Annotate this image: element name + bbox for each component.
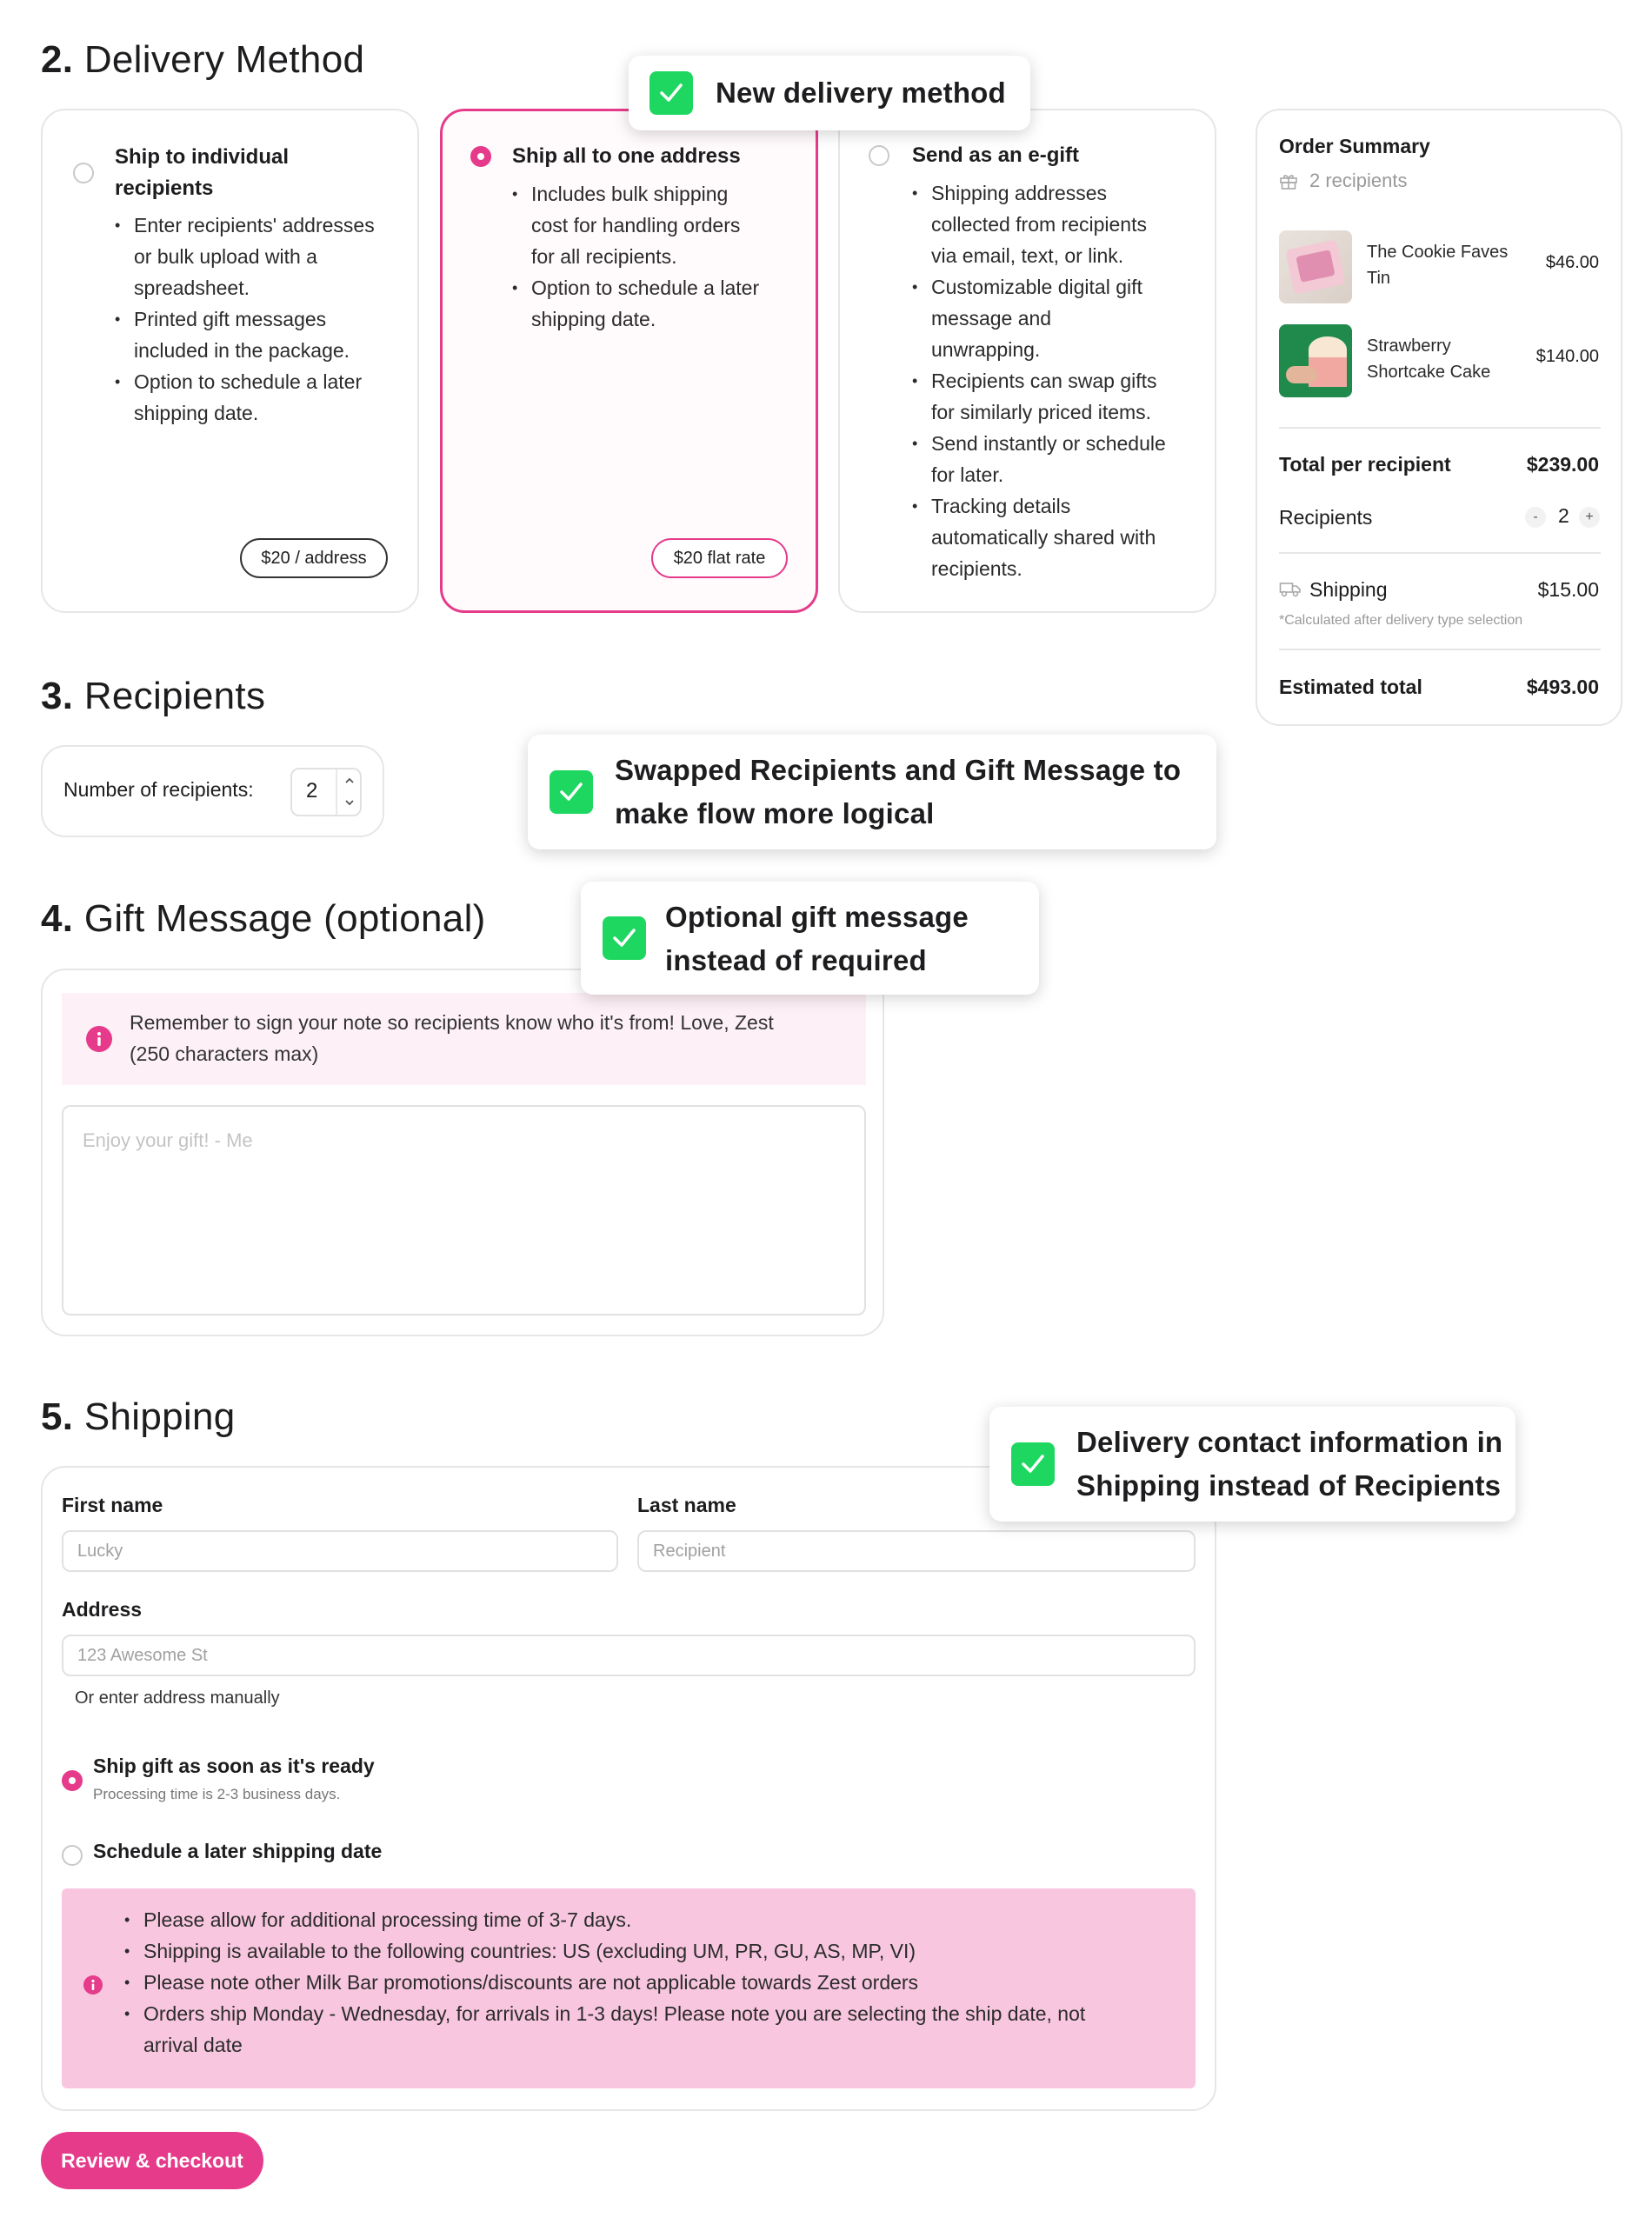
summary-shipping-value: $15.00 — [1537, 578, 1599, 601]
gift-section-title: 4. Gift Message (optional) — [41, 897, 486, 940]
list-item: Please note other Milk Bar promotions/di… — [124, 1967, 1168, 1998]
recipients-count-label: Number of recipients: — [63, 778, 254, 801]
gift-icon — [1279, 171, 1298, 190]
delivery-option-one-address-bullets: Includes bulk shippingcost for handling … — [512, 178, 808, 335]
schedule-later-radio[interactable] — [62, 1845, 83, 1866]
summary-recipients-label: Recipients — [1279, 506, 1373, 529]
total-per-recipient-label: Total per recipient — [1279, 453, 1451, 476]
shipping-section-title: 5. Shipping — [41, 1395, 236, 1438]
summary-shipping-note: *Calculated after delivery type selectio… — [1279, 613, 1523, 628]
price-badge: $20 flat rate — [651, 538, 788, 578]
callout-text: Swapped Recipients and Gift Message to m… — [615, 754, 1182, 829]
shortcake-image — [1279, 324, 1352, 397]
gift-message-textarea[interactable]: Enjoy your gift! - Me — [62, 1105, 866, 1315]
divider — [1279, 552, 1601, 554]
shipping-notice-bullets: Please allow for additional processing t… — [124, 1904, 1168, 2061]
last-name-field[interactable]: Recipient — [637, 1530, 1196, 1572]
check-icon — [1011, 1442, 1055, 1486]
list-item: Option to schedule a latershipping date. — [115, 366, 410, 429]
list-item: Shipping addressescollected from recipie… — [912, 177, 1208, 271]
list-item: Please allow for additional processing t… — [124, 1904, 1168, 1935]
gift-message-card: Remember to sign your note so recipients… — [41, 969, 884, 1336]
delivery-option-one-address[interactable]: Ship all to one address Includes bulk sh… — [440, 109, 818, 613]
callout-text: New delivery method — [716, 77, 1006, 109]
enter-address-manually-link[interactable]: Or enter address manually — [75, 1688, 280, 1708]
summary-shipping-label: Shipping — [1309, 578, 1388, 601]
list-item: Orders ship Monday - Wednesday, for arri… — [124, 1998, 1168, 2061]
gift-message-placeholder: Enjoy your gift! - Me — [83, 1129, 253, 1151]
shipping-notice: Please allow for additional processing t… — [62, 1888, 1196, 2088]
cookie-tin-image — [1279, 230, 1352, 303]
delivery-option-individual[interactable]: Ship to individual recipients Enter reci… — [41, 109, 419, 613]
callout-swapped-sections: Swapped Recipients and Gift Message to m… — [528, 735, 1216, 849]
price-badge: $20 / address — [240, 538, 388, 578]
recipients-section-title: 3. Recipients — [41, 675, 266, 717]
delivery-option-egift-title: Send as an e-gift — [912, 143, 1080, 167]
list-item: Send instantly or schedulefor later. — [912, 428, 1208, 490]
callout-delivery-contact: Delivery contact information in Shipping… — [989, 1407, 1515, 1522]
delivery-option-egift-radio[interactable] — [869, 145, 889, 166]
item-price: $140.00 — [1535, 347, 1599, 366]
estimated-total-value: $493.00 — [1526, 676, 1599, 698]
estimated-total-label: Estimated total — [1279, 676, 1422, 698]
address-label: Address — [62, 1598, 143, 1621]
summary-recipients-count: 2 recipients — [1309, 170, 1408, 191]
delivery-option-one-address-radio[interactable] — [470, 146, 491, 167]
list-item: Customizable digital giftmessage andunwr… — [912, 271, 1208, 365]
divider — [1279, 649, 1601, 650]
list-item: Tracking detailsautomatically shared wit… — [912, 490, 1208, 584]
schedule-later-label[interactable]: Schedule a later shipping date — [93, 1840, 382, 1863]
order-summary-title: Order Summary — [1279, 135, 1430, 157]
delivery-option-one-address-title: Ship all to one address — [512, 144, 741, 168]
info-icon — [86, 1026, 112, 1052]
delivery-option-egift[interactable]: Send as an e-gift Shipping addressescoll… — [838, 109, 1216, 613]
ship-asap-radio[interactable] — [62, 1770, 83, 1791]
callout-text: Optional gift message instead of require… — [665, 901, 969, 976]
chevron-down-icon[interactable] — [336, 792, 360, 815]
quantity-value: 2 — [306, 779, 318, 802]
list-item: Option to schedule a latershipping date. — [512, 272, 808, 335]
gift-note-text: Remember to sign your note so recipients… — [130, 1011, 774, 1065]
first-name-field[interactable]: Lucky — [62, 1530, 618, 1572]
decrement-button[interactable]: - — [1525, 507, 1546, 528]
address-field[interactable]: 123 Awesome St — [62, 1635, 1196, 1676]
order-summary-card: Order Summary 2 recipients The Cookie Fa… — [1256, 109, 1622, 726]
check-icon — [649, 71, 693, 115]
info-icon — [83, 1975, 103, 1995]
delivery-option-individual-title: Ship to individual recipients — [115, 145, 289, 200]
first-name-label: First name — [62, 1494, 163, 1516]
ship-asap-sub: Processing time is 2-3 business days. — [93, 1786, 341, 1802]
truck-icon — [1279, 581, 1302, 598]
delivery-section-title: 2. Delivery Method — [41, 38, 365, 81]
recipients-card: Number of recipients: 2 — [41, 745, 384, 837]
check-icon — [603, 916, 646, 960]
callout-new-delivery-method: New delivery method — [629, 56, 1030, 130]
item-name: The Cookie Faves Tin — [1367, 243, 1509, 288]
ship-asap-label[interactable]: Ship gift as soon as it's ready — [93, 1755, 375, 1778]
callout-optional-gift-message: Optional gift message instead of require… — [581, 882, 1039, 995]
list-item: Recipients can swap giftsfor similarly p… — [912, 365, 1208, 428]
divider — [1279, 427, 1601, 429]
callout-text: Delivery contact information in Shipping… — [1076, 1426, 1503, 1502]
increment-button[interactable]: + — [1579, 507, 1600, 528]
chevron-up-icon[interactable] — [336, 769, 360, 792]
summary-recipients-value: 2 — [1558, 504, 1569, 527]
check-icon — [550, 770, 593, 814]
review-checkout-button[interactable]: Review & checkout — [41, 2132, 263, 2189]
item-price: $46.00 — [1545, 253, 1599, 272]
gift-note-banner: Remember to sign your note so recipients… — [62, 993, 866, 1085]
list-item: Enter recipients' addressesor bulk uploa… — [115, 210, 410, 303]
list-item: Includes bulk shippingcost for handling … — [512, 178, 808, 272]
list-item: Printed gift messagesincluded in the pac… — [115, 303, 410, 366]
last-name-label: Last name — [637, 1494, 736, 1516]
list-item: Shipping is available to the following c… — [124, 1935, 1168, 1967]
delivery-option-egift-bullets: Shipping addressescollected from recipie… — [912, 177, 1208, 584]
delivery-option-individual-bullets: Enter recipients' addressesor bulk uploa… — [115, 210, 410, 429]
quantity-stepper[interactable]: 2 — [290, 768, 362, 816]
total-per-recipient-value: $239.00 — [1526, 453, 1599, 476]
item-name: Strawberry Shortcake Cake — [1367, 336, 1491, 382]
delivery-option-individual-radio[interactable] — [73, 163, 94, 183]
shipping-card: First name Lucky Last name Recipient Add… — [41, 1466, 1216, 2111]
